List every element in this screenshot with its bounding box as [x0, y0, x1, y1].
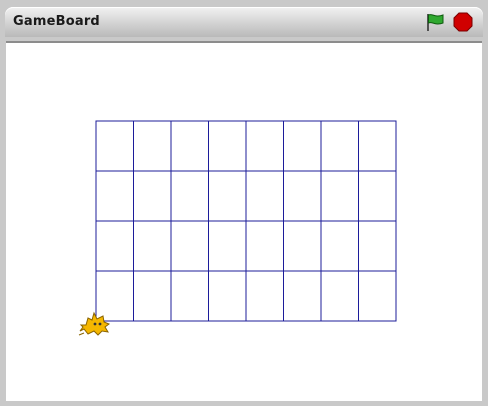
board-cell	[320, 270, 359, 322]
board-cell	[283, 270, 322, 322]
board-cell	[320, 170, 359, 222]
board-cell	[170, 170, 209, 222]
board-cell	[170, 120, 209, 172]
board-cell	[95, 220, 134, 272]
board-cell	[320, 220, 359, 272]
app-window: GameBoard	[0, 0, 488, 406]
window-bottom-edge	[0, 401, 488, 406]
board-cell	[283, 220, 322, 272]
board-cell	[133, 170, 172, 222]
board-cell	[170, 270, 209, 322]
board-cell	[358, 220, 397, 272]
board-cell	[283, 170, 322, 222]
board-cell	[170, 220, 209, 272]
stop-button[interactable]	[452, 11, 474, 33]
board-cell	[283, 120, 322, 172]
stage-canvas[interactable]	[6, 41, 482, 401]
board-cell	[208, 270, 247, 322]
game-board-grid	[95, 120, 397, 322]
board-cell	[95, 120, 134, 172]
board-cell	[245, 120, 284, 172]
board-cell	[208, 120, 247, 172]
green-flag-button[interactable]	[424, 11, 446, 33]
stop-sign-icon	[453, 12, 473, 32]
board-cell	[133, 120, 172, 172]
title-bar: GameBoard	[5, 7, 483, 37]
board-cell	[95, 170, 134, 222]
board-cell	[245, 270, 284, 322]
window-title: GameBoard	[13, 14, 100, 29]
board-cell	[358, 170, 397, 222]
board-cell	[133, 270, 172, 322]
board-cell	[245, 170, 284, 222]
board-cell	[358, 270, 397, 322]
board-cell	[320, 120, 359, 172]
board-cell	[208, 220, 247, 272]
board-cell	[208, 170, 247, 222]
cat-sprite[interactable]	[78, 307, 112, 339]
board-cell	[358, 120, 397, 172]
green-flag-icon	[427, 14, 444, 31]
board-cell	[245, 220, 284, 272]
board-cell	[133, 220, 172, 272]
